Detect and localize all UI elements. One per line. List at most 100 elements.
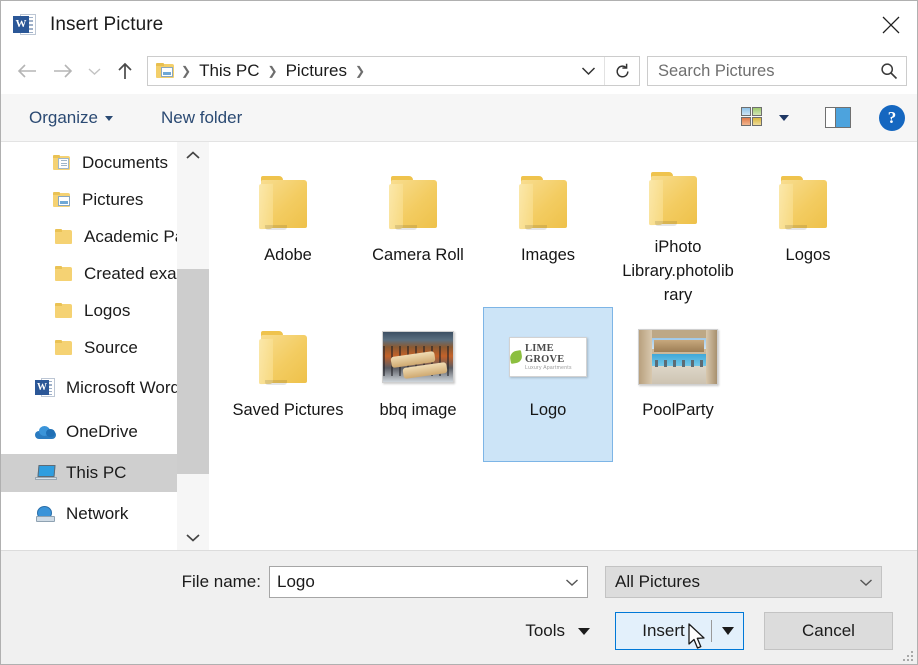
tree-item-label: This PC <box>66 463 126 483</box>
up-arrow-icon[interactable] <box>107 54 143 88</box>
navigation-tree: Documents 📌 Pictures 📌 Academic Paper <box>1 142 209 550</box>
logo-title: LIME GROVE <box>525 343 586 365</box>
file-item-saved-pictures[interactable]: Saved Pictures <box>223 307 353 462</box>
breadcrumb-separator-icon: ❯ <box>176 64 196 78</box>
insert-label: Insert <box>616 621 711 641</box>
preview-pane-icon[interactable] <box>825 107 851 128</box>
window-title: Insert Picture <box>50 14 163 36</box>
forward-arrow-icon[interactable] <box>45 54 81 88</box>
thumbnail <box>240 320 336 394</box>
file-item-adobe[interactable]: Adobe <box>223 152 353 307</box>
breadcrumb-this-pc[interactable]: This PC <box>196 61 262 81</box>
file-item-camera-roll[interactable]: Camera Roll <box>353 152 483 307</box>
close-icon[interactable] <box>865 1 917 48</box>
search-icon[interactable] <box>872 62 906 80</box>
thumbnail <box>370 165 466 239</box>
folder-icon <box>51 226 75 248</box>
pictures-folder-icon <box>49 189 73 211</box>
view-options-icon[interactable] <box>741 107 765 129</box>
breadcrumb-separator-icon: ❯ <box>263 64 283 78</box>
tools-label: Tools <box>525 621 565 641</box>
file-name-label: Images <box>492 243 604 267</box>
thumbnail <box>630 320 726 394</box>
insert-split-caret-down-icon[interactable] <box>712 627 743 635</box>
resize-grip-icon[interactable] <box>901 649 913 661</box>
folder-icon <box>51 300 75 322</box>
onedrive-cloud-icon <box>33 421 57 443</box>
tree-item-label: Documents <box>82 153 168 173</box>
caret-down-icon <box>578 628 590 635</box>
tools-button[interactable]: Tools <box>525 621 590 641</box>
new-folder-button[interactable]: New folder <box>155 104 248 132</box>
folder-icon <box>259 176 317 229</box>
tree-item-label: Microsoft Word <box>66 378 180 398</box>
leaf-icon <box>509 350 523 364</box>
file-grid: Adobe Camera Roll <box>223 152 917 462</box>
recent-locations-chevron-down-icon[interactable] <box>81 54 107 88</box>
insert-button[interactable]: Insert <box>615 612 744 650</box>
search-input[interactable]: Search Pictures <box>647 56 907 86</box>
file-name-label: iPhoto Library.photolibrary <box>622 235 734 307</box>
search-placeholder: Search Pictures <box>648 62 872 81</box>
address-chevron-down-icon[interactable] <box>572 57 604 85</box>
file-name-input[interactable]: Logo <box>269 566 588 598</box>
address-bar[interactable]: ❯ This PC ❯ Pictures ❯ <box>147 56 640 86</box>
file-item-images[interactable]: Images <box>483 152 613 307</box>
poolparty-photo-thumbnail <box>638 329 718 385</box>
dialog-body: Documents 📌 Pictures 📌 Academic Paper <box>1 142 917 550</box>
network-icon <box>33 503 57 525</box>
bbq-photo-thumbnail <box>382 331 454 383</box>
chevron-down-icon <box>105 116 113 121</box>
file-name-label-text: File name: <box>1 572 269 592</box>
file-list[interactable]: Adobe Camera Roll <box>209 142 917 550</box>
thumbnail <box>500 165 596 239</box>
breadcrumb-separator-icon[interactable]: ❯ <box>350 64 370 78</box>
insert-picture-dialog: W Insert Picture ❯ This PC ❯ Pictures <box>0 0 918 665</box>
pictures-folder-icon <box>156 63 176 79</box>
footer-row-buttons: Tools Insert Cancel <box>1 611 917 651</box>
footer-row-filename: File name: Logo All Pictures <box>1 565 917 599</box>
title-bar: W Insert Picture <box>1 1 917 48</box>
file-item-bbq-image[interactable]: bbq image <box>353 307 483 462</box>
help-button[interactable]: ? <box>879 105 905 131</box>
organize-button[interactable]: Organize <box>23 104 119 132</box>
file-name-label: PoolParty <box>622 398 734 422</box>
folder-icon <box>519 176 577 229</box>
file-item-logo[interactable]: LIME GROVE Luxury Apartments Logo <box>483 307 613 462</box>
documents-folder-icon <box>49 152 73 174</box>
file-item-logos[interactable]: Logos <box>743 152 873 307</box>
new-folder-label: New folder <box>161 108 242 128</box>
this-pc-icon <box>33 462 57 484</box>
folder-icon <box>51 263 75 285</box>
scroll-up-chevron-up-icon[interactable] <box>177 142 209 168</box>
file-name-label: Camera Roll <box>362 243 474 267</box>
tree-scrollbar[interactable] <box>177 142 209 550</box>
scroll-down-chevron-down-icon[interactable] <box>177 524 209 550</box>
scrollbar-thumb[interactable] <box>177 269 209 474</box>
file-type-value: All Pictures <box>606 572 851 592</box>
tree-item-label: OneDrive <box>66 422 138 442</box>
thumbnail <box>760 165 856 239</box>
thumbnail: LIME GROVE Luxury Apartments <box>500 320 596 394</box>
tree-item-label: Source <box>84 338 138 358</box>
tree-item-label: Network <box>66 504 128 524</box>
back-arrow-icon[interactable] <box>9 54 45 88</box>
thumbnail <box>630 165 726 231</box>
thumbnail <box>240 165 336 239</box>
word-icon: W <box>33 377 57 399</box>
file-name-chevron-down-icon[interactable] <box>557 578 587 587</box>
word-icon: W <box>13 13 37 37</box>
tree-item-label: Pictures <box>82 190 143 210</box>
breadcrumb-pictures[interactable]: Pictures <box>283 61 350 81</box>
cancel-button[interactable]: Cancel <box>764 612 893 650</box>
view-chevron-down-icon[interactable] <box>779 115 789 121</box>
folder-icon <box>649 172 707 225</box>
file-item-poolparty[interactable]: PoolParty <box>613 307 743 462</box>
file-type-select[interactable]: All Pictures <box>605 566 882 598</box>
file-name-label: bbq image <box>362 398 474 422</box>
refresh-icon[interactable] <box>604 57 639 85</box>
scrollbar-track[interactable] <box>177 168 209 524</box>
file-name-label: Adobe <box>232 243 344 267</box>
file-item-iphoto-library[interactable]: iPhoto Library.photolibrary <box>613 152 743 307</box>
file-type-chevron-down-icon[interactable] <box>851 578 881 587</box>
